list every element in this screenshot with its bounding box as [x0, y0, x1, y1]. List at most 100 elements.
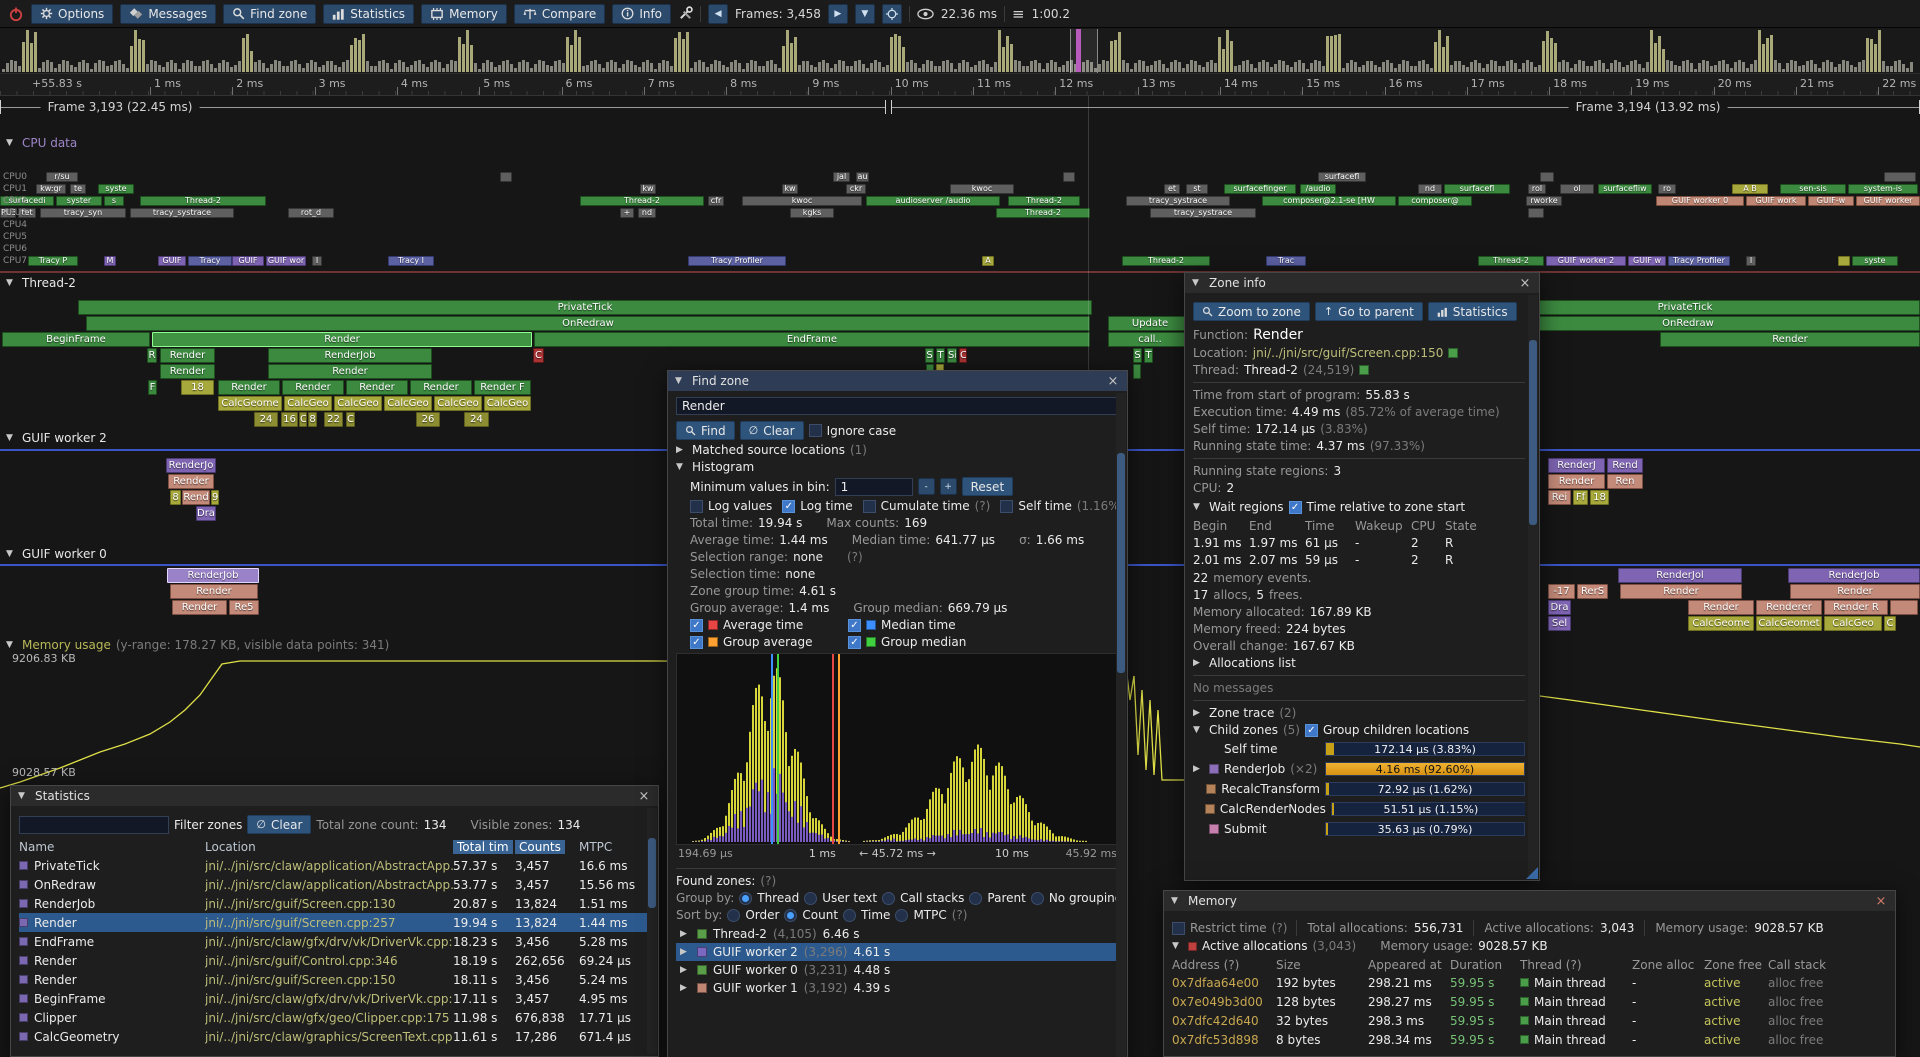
tools-button[interactable] — [678, 6, 693, 21]
histogram-option-checkbox[interactable] — [1000, 500, 1013, 513]
find-button[interactable]: Find — [676, 421, 735, 440]
min-bin-increment-button[interactable]: + — [940, 478, 957, 495]
timeline-zone[interactable]: Render — [1548, 474, 1605, 489]
timeline-zone[interactable]: C — [1884, 616, 1896, 631]
allocation-row[interactable]: 0x7dfaa64e00192 bytes298.21 ms59.95 sMai… — [1172, 973, 1887, 992]
cpu-zone[interactable]: cfr — [708, 196, 724, 206]
zone-trace-expander[interactable]: Zone trace (2) — [1193, 706, 1525, 720]
cpu-zone[interactable]: sen-sis — [1780, 184, 1846, 194]
timeline-zone[interactable]: 24 — [464, 412, 489, 427]
column-header[interactable]: Wakeup — [1355, 519, 1411, 533]
timeline-zone[interactable]: Rei — [1548, 490, 1571, 505]
timeline-zone[interactable]: Ff — [1573, 490, 1588, 505]
group-by-radio[interactable] — [969, 892, 982, 905]
column-header[interactable]: Appeared at — [1368, 958, 1450, 972]
frame-marker-label[interactable]: Frame 3,193 (22.45 ms) — [41, 100, 200, 114]
ignore-case-checkbox[interactable] — [809, 424, 822, 437]
find-zone-button[interactable]: Find zone — [223, 4, 316, 24]
timeline-zone[interactable]: -17 — [1548, 584, 1575, 599]
timeline-zone[interactable]: C — [346, 412, 355, 427]
cpu-zone[interactable]: syste — [98, 184, 134, 194]
timeline-zone[interactable]: CalcGeo — [284, 396, 332, 411]
cpu-zone[interactable]: syste — [1852, 256, 1898, 266]
cpu-zone[interactable]: I — [312, 256, 322, 266]
memory-titlebar[interactable]: Memory — [1164, 891, 1895, 911]
timeline-zone[interactable]: 18 — [1590, 490, 1609, 505]
cpu-zone[interactable]: composer@ — [1398, 196, 1472, 206]
frame-markers[interactable]: Frame 3,193 (22.45 ms)Frame 3,194 (13.92… — [0, 96, 1920, 118]
timeline-zone[interactable]: RenderJo — [166, 458, 216, 473]
cpu-zone[interactable]: M — [104, 256, 116, 266]
column-header[interactable]: Zone free — [1704, 958, 1768, 972]
timeline-zone[interactable]: Render — [410, 380, 472, 395]
timeline-zone[interactable]: Sel — [1548, 616, 1571, 631]
cpu-zone[interactable]: rworke — [1526, 196, 1562, 206]
scrollbar-thumb[interactable] — [1117, 453, 1125, 673]
scrollbar[interactable] — [1528, 295, 1538, 878]
cpu-data-section-header[interactable]: CPU data — [6, 136, 77, 150]
time-ruler[interactable]: +55.83 s 1 ms2 ms3 ms4 ms5 ms6 ms7 ms8 m… — [0, 74, 1920, 96]
go-to-parent-button[interactable]: ↑Go to parent — [1315, 302, 1423, 321]
memory-usage-section-header[interactable]: Memory usage (y-range: 178.27 KB, visibl… — [6, 638, 389, 652]
timeline-zone[interactable]: RenderJob — [167, 568, 259, 583]
scrollbar-thumb[interactable] — [648, 838, 656, 908]
table-row[interactable]: RenderJobjni/../jni/src/guif/Screen.cpp:… — [19, 894, 650, 913]
histogram-expander[interactable]: Histogram — [676, 460, 1119, 474]
column-header[interactable]: Zone alloc — [1632, 958, 1704, 972]
legend-checkbox[interactable] — [690, 636, 703, 649]
child-zone-row[interactable]: CalcRenderNodes51.51 µs (1.15%) — [1193, 800, 1525, 817]
timeline-zone[interactable]: 26 — [416, 412, 440, 427]
cpu-zone[interactable]: GUIF — [158, 256, 186, 266]
column-header[interactable]: MTPC — [579, 840, 649, 854]
timeline-zone[interactable]: Render — [1620, 584, 1742, 599]
timeline-zone[interactable]: S — [925, 348, 934, 363]
timeline-zone[interactable]: Render — [160, 348, 215, 363]
table-row[interactable]: OnRedrawjni/../jni/src/claw/application/… — [19, 875, 650, 894]
column-header[interactable]: End — [1249, 519, 1305, 533]
scrollbar[interactable] — [1116, 393, 1126, 1057]
min-bin-input[interactable]: 1 — [835, 478, 913, 496]
cpu-zone[interactable]: GUIF worker 2 — [1546, 256, 1626, 266]
zone-statistics-button[interactable]: Statistics — [1428, 302, 1517, 321]
zoom-to-zone-button[interactable]: Zoom to zone — [1193, 302, 1310, 321]
timeline-zone[interactable]: C — [959, 348, 967, 363]
found-zone-group-row[interactable]: GUIF worker 0(3,231)4.48 s — [676, 961, 1119, 979]
timeline-zone[interactable]: Render — [282, 380, 344, 395]
timeline-zone[interactable]: Renderer — [1756, 600, 1822, 615]
table-row[interactable]: Renderjni/../jni/src/guif/Control.cpp:34… — [19, 951, 650, 970]
matched-source-locations-expander[interactable]: Matched source locations (1) — [676, 443, 1119, 457]
timeline-zone[interactable]: Render — [218, 380, 280, 395]
timeline-zone[interactable]: CalcGeo — [434, 396, 482, 411]
cpu-zone[interactable]: au — [856, 172, 869, 182]
timeline-zone[interactable]: Render R — [1824, 600, 1888, 615]
cpu-zone[interactable]: Thread-2 — [1122, 256, 1210, 266]
child-zone-row[interactable]: Submit35.63 µs (0.79%) — [1193, 820, 1525, 837]
table-row[interactable]: Clipperjni/../jni/src/claw/gfx/geo/Clipp… — [19, 1008, 650, 1027]
timeline-zone[interactable]: RenderJob — [268, 348, 432, 363]
timeline-zone[interactable]: Si — [947, 348, 957, 363]
timeline-zone[interactable] — [1133, 364, 1141, 379]
timeline-zone[interactable]: Dra — [1548, 600, 1571, 615]
allocation-row[interactable]: 0x7e049b3d00128 bytes298.27 ms59.95 sMai… — [1172, 992, 1887, 1011]
column-header[interactable]: Address (?) — [1172, 958, 1276, 972]
cpu-zone[interactable]: surfacefinger — [1224, 184, 1296, 194]
timeline-zone[interactable]: T — [1144, 348, 1153, 363]
timeline-zone[interactable]: Ren — [1607, 474, 1643, 489]
timeline-zone[interactable]: call.. — [1108, 332, 1192, 347]
column-header[interactable]: Total tim — [453, 840, 515, 854]
thread-header[interactable]: GUIF worker 2 — [6, 431, 107, 445]
column-header[interactable]: Name — [19, 840, 205, 854]
close-icon[interactable] — [637, 789, 651, 804]
timeline-zone[interactable]: EndFrame — [534, 332, 1090, 347]
timeline-zone[interactable]: Render — [1790, 584, 1920, 599]
allocation-row[interactable]: 0x7dfc53d8988 bytes298.34 ms59.95 sMain … — [1172, 1030, 1887, 1049]
filter-zones-input[interactable] — [19, 816, 169, 834]
timeline-zone[interactable]: Render — [160, 364, 215, 379]
timeline-zone[interactable]: CalcGeo — [484, 396, 531, 411]
timeline-zone[interactable]: Rend — [1607, 458, 1643, 473]
restrict-time-checkbox[interactable] — [1172, 922, 1185, 935]
timeline-zone[interactable]: Render — [1688, 600, 1754, 615]
cpu-zone[interactable]: surfacefl — [1318, 172, 1366, 182]
cpu-zone[interactable]: et — [1164, 184, 1180, 194]
cpu-zone[interactable]: GUIF wor — [266, 256, 306, 266]
